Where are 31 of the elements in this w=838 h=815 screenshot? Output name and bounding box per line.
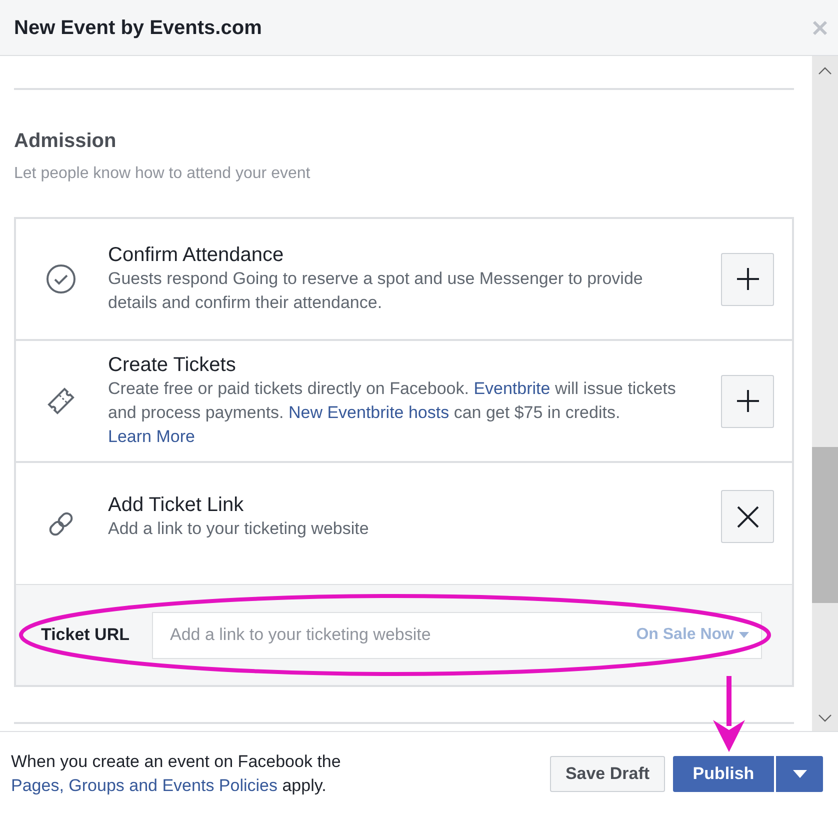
plus-icon [736, 390, 758, 412]
remove-button[interactable] [721, 490, 774, 543]
scrollbar[interactable] [812, 56, 838, 731]
link[interactable]: Pages, Groups and [11, 776, 162, 794]
field-label: Ticket URL [41, 624, 130, 646]
link[interactable]: Eventbrite [474, 379, 550, 398]
caret-icon [739, 632, 749, 638]
publish-button[interactable]: Publish [673, 756, 774, 792]
option-title: Confirm Attendance [108, 243, 285, 267]
option-description: Create free or paid tickets directly on Facebook. Eventbrite will issue tickets and process payments. New Eventbrite hosts can get $75 in credits. Learn More [108, 378, 677, 448]
scrollbar-thumb[interactable] [812, 447, 838, 603]
option-description: Guests respond Going to reserve a spot and use Messenger to provide details and confirm their attendance. [108, 268, 644, 314]
save-draft-button[interactable]: Save Draft [550, 756, 665, 792]
caret-icon [792, 770, 806, 778]
check-circle-icon [46, 264, 76, 294]
add-button[interactable] [721, 374, 774, 428]
option-description: Add a link to your ticketing website [108, 518, 370, 540]
more-options-button[interactable] [776, 756, 823, 792]
link[interactable]: Events Policies [162, 776, 278, 794]
option-title: Add Ticket Link [108, 492, 245, 516]
section-subtitle: Let people know how to attend your event [14, 164, 312, 184]
window-title: New Event by Events.com [14, 16, 262, 40]
option-title: Create Tickets [108, 353, 237, 377]
policy-notice: When you create an event on Facebook the Pages, Groups and Events Policies apply. [11, 750, 342, 796]
close-icon [736, 506, 758, 528]
add-button[interactable] [721, 252, 774, 306]
plus-icon [736, 268, 758, 290]
link[interactable]: Learn More [108, 427, 195, 446]
link[interactable]: New Eventbrite hosts [288, 403, 450, 422]
section-title: Admission [14, 129, 118, 154]
ticket-icon [46, 386, 76, 416]
